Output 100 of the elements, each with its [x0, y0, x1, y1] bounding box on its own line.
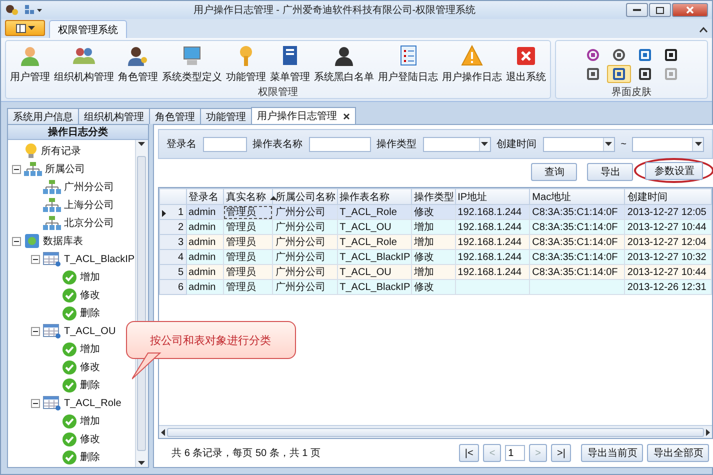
ribbon-button[interactable]: 用户操作日志	[440, 43, 504, 85]
ribbon-button[interactable]: 用户登陆日志	[376, 43, 440, 85]
column-header[interactable]: 所属公司名称	[272, 188, 338, 204]
ribbon-button[interactable]: 角色管理	[116, 43, 160, 85]
ribbon-button[interactable]: 系统类型定义	[160, 43, 224, 85]
document-tab[interactable]: 功能管理	[200, 108, 252, 124]
person-silhouette-icon	[332, 44, 356, 68]
date-field[interactable]	[542, 136, 615, 152]
tree-item[interactable]: 修改	[80, 432, 100, 446]
close-icon[interactable]	[343, 112, 350, 120]
theme-icon	[638, 68, 650, 80]
tree-item[interactable]: 删除	[80, 450, 100, 464]
tree-item[interactable]: 增加	[80, 270, 100, 284]
minimize-button[interactable]	[626, 3, 648, 17]
ribbon-button[interactable]: 系统黑白名单	[312, 43, 376, 85]
tree-item[interactable]: 所有记录	[41, 144, 81, 158]
table-icon	[43, 324, 61, 338]
action-button[interactable]: 导出	[587, 163, 634, 181]
text-field[interactable]	[308, 136, 371, 152]
theme-icon	[664, 49, 676, 61]
close-button[interactable]	[672, 3, 708, 17]
dropdown-arrow-icon	[138, 461, 146, 465]
grid-row[interactable]: 2 admin 管理员 广州分公司 T_ACL_OU 增加 192.168.1.244 C8:3A:35:C1:14:0F 2013-12-27 10:44	[159, 220, 712, 234]
table-cell: 管理员	[223, 204, 273, 220]
export-button[interactable]: 导出全部页	[647, 444, 710, 462]
dropdown-arrow-icon	[28, 26, 34, 30]
table-icon	[43, 252, 61, 266]
tree-item[interactable]: T_ACL_Role	[64, 398, 122, 408]
pager-button[interactable]: >|	[551, 444, 572, 462]
ribbon-button[interactable]: 用户管理	[8, 43, 52, 85]
text-field[interactable]	[202, 136, 247, 152]
filter-label: 登录名	[166, 138, 197, 151]
tree-item[interactable]: 北京分公司	[64, 216, 114, 230]
horizontal-scrollbar[interactable]	[158, 425, 712, 438]
action-button[interactable]: 参数设置	[645, 162, 704, 180]
group-label: 权限管理	[257, 86, 299, 98]
column-header[interactable]: 操作类型	[412, 188, 456, 204]
tree-item[interactable]: 删除	[80, 378, 100, 392]
grid-row[interactable]: 5 admin 管理员 广州分公司 T_ACL_OU 增加 192.168.1.244 C8:3A:35:C1:14:0F 2013-12-27 10:44	[159, 264, 712, 280]
ribbon-button[interactable]: 功能管理	[224, 43, 268, 85]
grid-row[interactable]: 1 admin 管理员 广州分公司 T_ACL_Role 修改 192.168.1.244 C8:3A:35:C1:14:0F 2013-12-27 12:05	[159, 204, 712, 220]
dropdown-arrow-icon	[481, 142, 488, 146]
dropdown-arrow-icon	[694, 142, 702, 146]
callout-bubble: 按公司和表对象进行分类	[126, 321, 296, 359]
column-header[interactable]: Mac地址	[530, 188, 625, 204]
tree-item[interactable]: 广州分公司	[64, 180, 114, 194]
collapse-ribbon-icon[interactable]	[699, 27, 708, 33]
callout-tail	[132, 351, 162, 381]
ribbon-button[interactable]: 组织机构管理	[52, 43, 116, 85]
ribbon-button[interactable]: 退出系统	[504, 43, 548, 85]
page-field[interactable]: 1	[505, 445, 526, 461]
column-header[interactable]: 操作表名称	[337, 188, 412, 204]
app-logo-icon	[5, 4, 19, 16]
window-title: 用户操作日志管理 - 广州爱奇迪软件科技有限公司-权限管理系统	[192, 4, 477, 17]
document-tab[interactable]: 系统用户信息	[7, 108, 79, 124]
record-summary: 共 6 条记录，每页 50 条，共 1 页	[172, 446, 322, 460]
table-icon	[43, 396, 61, 410]
document-tab[interactable]: 用户操作日志管理	[251, 107, 356, 124]
table-cell: 管理员	[223, 280, 273, 294]
tree-item[interactable]: 增加	[80, 342, 100, 356]
filter-label: 创建时间	[496, 138, 537, 151]
column-header[interactable]: 创建时间	[624, 188, 712, 204]
check-circle-icon	[62, 342, 77, 356]
check-circle-icon	[62, 306, 77, 320]
tree-item[interactable]: 数据库表	[43, 234, 83, 248]
quick-access-icon[interactable]	[25, 5, 43, 15]
tree-item[interactable]: 修改	[80, 288, 100, 302]
column-header[interactable]: IP地址	[455, 188, 530, 204]
table-cell: 修改	[412, 280, 456, 294]
ribbon-button[interactable]: 菜单管理	[268, 43, 312, 85]
theme-icon	[612, 68, 624, 80]
current-row-icon	[162, 210, 166, 216]
tree-item[interactable]: 删除	[80, 306, 100, 320]
document-tab[interactable]: 组织机构管理	[78, 108, 150, 124]
date-field[interactable]	[632, 136, 704, 152]
action-button[interactable]: 查询	[531, 163, 578, 181]
check-circle-icon	[62, 270, 77, 284]
org-chart-icon	[43, 216, 61, 230]
tree-item[interactable]: 上海分公司	[64, 198, 114, 212]
dropdown-field[interactable]	[422, 136, 491, 152]
grid-row[interactable]: 3 admin 管理员 广州分公司 T_ACL_Role 增加 192.168.1.244 C8:3A:35:C1:14:0F 2013-12-27 12:04	[159, 234, 712, 250]
export-button[interactable]: 导出当前页	[581, 444, 644, 462]
pager-button[interactable]: |<	[458, 444, 480, 462]
maximize-button[interactable]	[649, 3, 671, 17]
tree-item[interactable]: 所属公司	[45, 162, 85, 176]
grid-row[interactable]: 4 admin 管理员 广州分公司 T_ACL_BlackIP 修改 192.168.1.244 C8:3A:35:C1:14:0F 2013-12-27 10:32	[159, 250, 712, 264]
tree-item[interactable]: 修改	[80, 360, 100, 374]
grid-row[interactable]: 6 admin 管理员 广州分公司 T_ACL_BlackIP 修改 2013-12-26 12:31	[159, 280, 712, 294]
tree-item[interactable]: 增加	[80, 414, 100, 428]
document-tab[interactable]: 角色管理	[149, 108, 201, 124]
corner-header	[159, 188, 186, 204]
warning-icon	[460, 44, 484, 68]
table-cell: 广州分公司	[272, 280, 338, 294]
panel-title: 操作日志分类	[8, 125, 148, 140]
tree-item[interactable]: T_ACL_BlackIP	[64, 254, 135, 264]
column-header[interactable]: 登录名	[186, 188, 224, 204]
tree-item[interactable]: T_ACL_OU	[64, 326, 116, 336]
app-menu-button[interactable]	[5, 20, 45, 36]
theme-icon	[638, 49, 650, 61]
ribbon-tab[interactable]: 权限管理系统	[49, 20, 127, 38]
